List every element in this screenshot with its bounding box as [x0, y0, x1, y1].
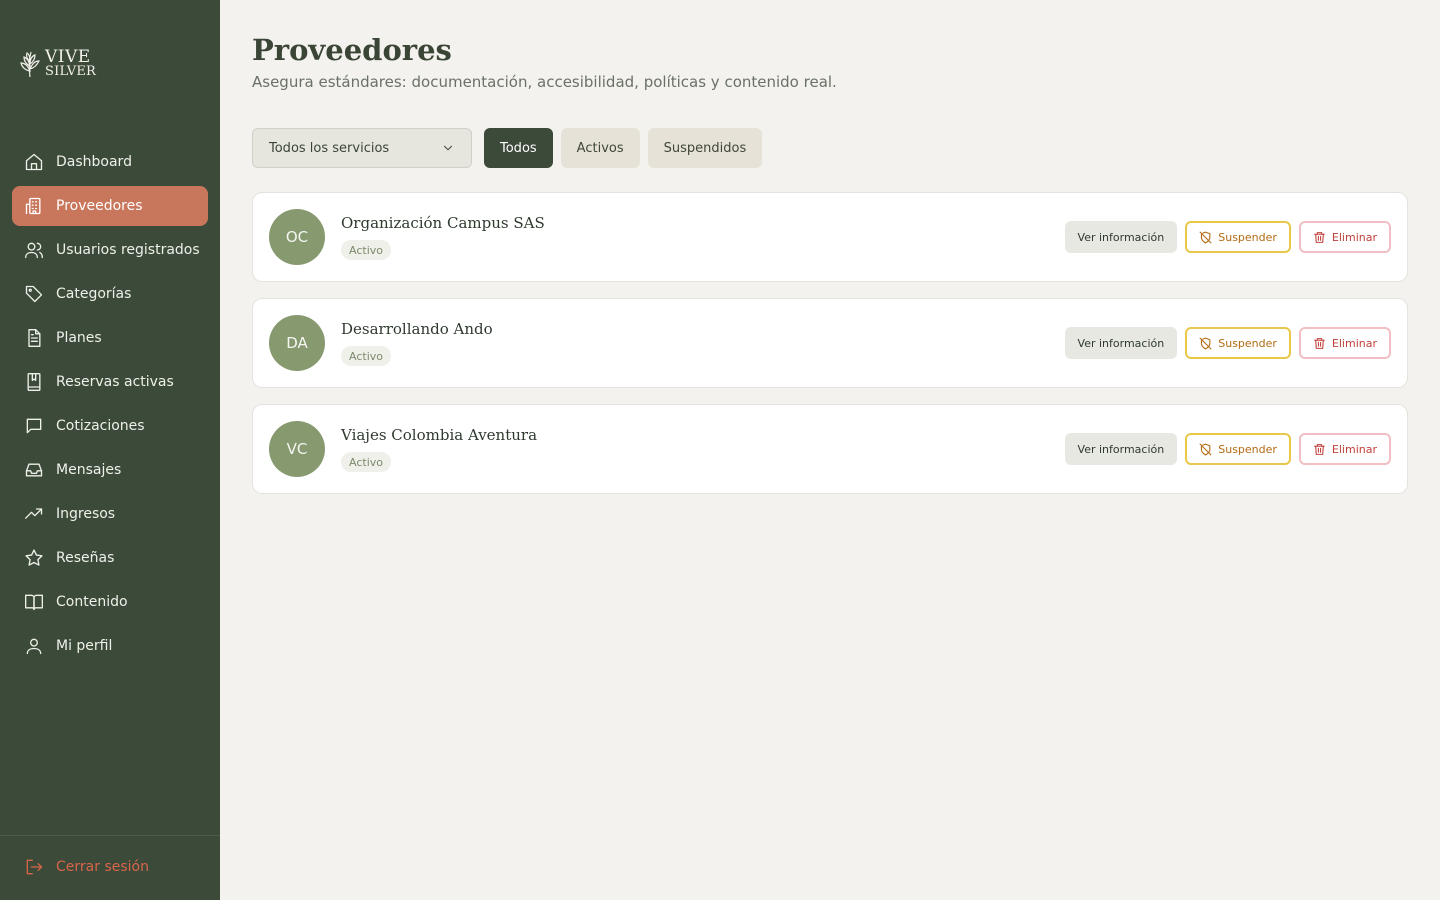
- logout-button[interactable]: Cerrar sesión: [24, 856, 149, 878]
- trending-up-icon: [24, 504, 44, 524]
- tag-icon: [24, 284, 44, 304]
- sidebar-item-contenido[interactable]: Contenido: [12, 582, 208, 622]
- provider-list: OC Organización Campus SAS Activo Ver in…: [252, 192, 1408, 510]
- provider-card: VC Viajes Colombia Aventura Activo Ver i…: [252, 404, 1408, 494]
- tab-todos[interactable]: Todos: [484, 128, 553, 168]
- chevron-down-icon: [443, 145, 453, 151]
- suspend-label: Suspender: [1218, 230, 1277, 244]
- tab-suspendidos[interactable]: Suspendidos: [647, 128, 763, 168]
- sidebar-item-mi-perfil[interactable]: Mi perfil: [12, 626, 208, 666]
- sidebar-item-label: Mi perfil: [56, 638, 113, 654]
- star-icon: [24, 548, 44, 568]
- sidebar-item-label: Cotizaciones: [56, 418, 145, 434]
- page-title: Proveedores: [252, 33, 452, 67]
- sidebar-item-label: Reservas activas: [56, 374, 174, 390]
- sidebar-item-label: Usuarios registrados: [56, 242, 200, 258]
- bookmark-book-icon: [24, 372, 44, 392]
- delete-label: Eliminar: [1331, 230, 1377, 244]
- suspend-label: Suspender: [1218, 442, 1277, 456]
- provider-actions: Ver información Suspender Eliminar: [1064, 433, 1391, 465]
- service-filter-value: Todos los servicios: [269, 140, 390, 156]
- delete-button[interactable]: Eliminar: [1298, 433, 1391, 465]
- logout-icon: [26, 859, 43, 875]
- delete-button[interactable]: Eliminar: [1298, 221, 1391, 253]
- avatar: DA: [269, 315, 325, 371]
- status-badge: Activo: [341, 452, 391, 472]
- view-info-button[interactable]: Ver información: [1064, 221, 1178, 253]
- sidebar: VIVE SILVER Dashboard Proveedores Usuari…: [0, 0, 220, 900]
- chat-icon: [24, 416, 44, 436]
- sidebar-item-ingresos[interactable]: Ingresos: [12, 494, 208, 534]
- provider-actions: Ver información Suspender Eliminar: [1064, 327, 1391, 359]
- filter-bar: Todos los servicios Todos Activos Suspen…: [252, 128, 763, 168]
- view-info-label: Ver información: [1077, 230, 1165, 244]
- page-subtitle: Asegura estándares: documentación, acces…: [252, 73, 837, 91]
- view-info-button[interactable]: Ver información: [1064, 327, 1178, 359]
- users-icon: [24, 240, 44, 260]
- brand-line-2: SILVER: [45, 63, 96, 79]
- view-info-label: Ver información: [1077, 442, 1165, 456]
- sidebar-item-mensajes[interactable]: Mensajes: [12, 450, 208, 490]
- suspend-button[interactable]: Suspender: [1185, 327, 1291, 359]
- sidebar-item-label: Dashboard: [56, 154, 132, 170]
- sidebar-item-label: Mensajes: [56, 462, 122, 478]
- suspend-label: Suspender: [1218, 336, 1277, 350]
- view-info-label: Ver información: [1077, 336, 1165, 350]
- view-info-button[interactable]: Ver información: [1064, 433, 1178, 465]
- sidebar-item-resenas[interactable]: Reseñas: [12, 538, 208, 578]
- provider-name: Organización Campus SAS: [341, 214, 545, 232]
- sidebar-item-label: Ingresos: [56, 506, 116, 522]
- provider-name: Desarrollando Ando: [341, 320, 493, 338]
- sidebar-nav: Dashboard Proveedores Usuarios registrad…: [12, 142, 208, 670]
- sidebar-item-label: Proveedores: [56, 198, 143, 214]
- trash-icon: [1314, 337, 1325, 349]
- sidebar-item-usuarios[interactable]: Usuarios registrados: [12, 230, 208, 270]
- shield-off-icon: [1199, 337, 1212, 349]
- avatar: OC: [269, 209, 325, 265]
- sidebar-item-planes[interactable]: Planes: [12, 318, 208, 358]
- document-icon: [24, 328, 44, 348]
- sidebar-item-label: Planes: [56, 330, 102, 346]
- provider-card: OC Organización Campus SAS Activo Ver in…: [252, 192, 1408, 282]
- olive-branch-logo-icon: [20, 51, 40, 78]
- sidebar-item-dashboard[interactable]: Dashboard: [12, 142, 208, 182]
- status-badge: Activo: [341, 346, 391, 366]
- sidebar-item-label: Contenido: [56, 594, 128, 610]
- suspend-button[interactable]: Suspender: [1185, 221, 1291, 253]
- user-icon: [24, 636, 44, 656]
- brand-wordmark: VIVE SILVER: [45, 46, 96, 79]
- delete-label: Eliminar: [1331, 336, 1377, 350]
- trash-icon: [1314, 231, 1325, 243]
- suspend-button[interactable]: Suspender: [1185, 433, 1291, 465]
- delete-button[interactable]: Eliminar: [1298, 327, 1391, 359]
- sidebar-item-cotizaciones[interactable]: Cotizaciones: [12, 406, 208, 446]
- sidebar-divider: [0, 835, 220, 836]
- status-badge: Activo: [341, 240, 391, 260]
- home-icon: [24, 152, 44, 172]
- provider-actions: Ver información Suspender Eliminar: [1064, 221, 1391, 253]
- provider-name: Viajes Colombia Aventura: [341, 426, 538, 444]
- shield-off-icon: [1199, 231, 1212, 243]
- sidebar-item-label: Reseñas: [56, 550, 115, 566]
- brand-line-1: VIVE: [45, 46, 91, 67]
- sidebar-item-reservas[interactable]: Reservas activas: [12, 362, 208, 402]
- book-open-icon: [24, 592, 44, 612]
- avatar: VC: [269, 421, 325, 477]
- sidebar-item-label: Categorías: [56, 286, 132, 302]
- service-filter-select[interactable]: Todos los servicios: [252, 128, 472, 168]
- shield-off-icon: [1199, 443, 1212, 455]
- tab-activos[interactable]: Activos: [560, 128, 640, 168]
- trash-icon: [1314, 443, 1325, 455]
- inbox-icon: [24, 460, 44, 480]
- sidebar-item-categorias[interactable]: Categorías: [12, 274, 208, 314]
- delete-label: Eliminar: [1331, 442, 1377, 456]
- logout-label: Cerrar sesión: [56, 859, 149, 875]
- provider-card: DA Desarrollando Ando Activo Ver informa…: [252, 298, 1408, 388]
- sidebar-item-proveedores[interactable]: Proveedores: [12, 186, 208, 226]
- brand-logo[interactable]: VIVE SILVER: [17, 48, 96, 80]
- building-icon: [24, 196, 44, 216]
